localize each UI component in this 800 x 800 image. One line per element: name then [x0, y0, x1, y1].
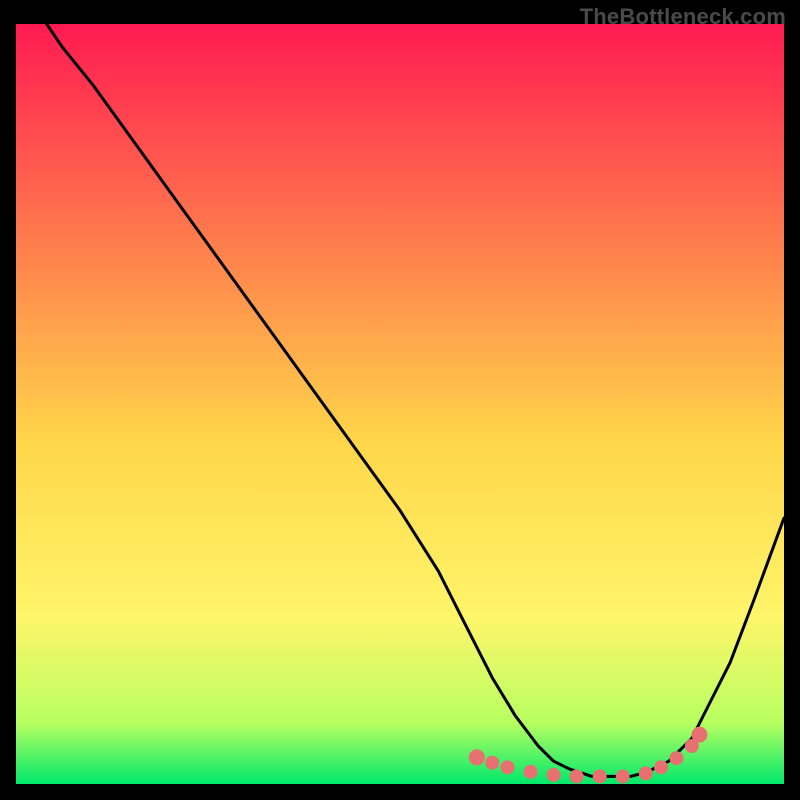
highlight-marker	[547, 768, 561, 782]
highlight-marker	[692, 727, 708, 743]
highlight-marker	[616, 769, 630, 783]
highlight-marker	[501, 760, 515, 774]
highlight-marker	[570, 769, 584, 783]
highlight-marker	[485, 756, 499, 770]
chart-frame: TheBottleneck.com	[0, 0, 800, 800]
highlight-marker	[670, 751, 684, 765]
chart-plot-area	[16, 24, 784, 784]
highlight-marker	[524, 765, 538, 779]
chart-svg	[16, 24, 784, 784]
highlight-marker	[469, 749, 485, 765]
highlight-marker	[654, 760, 668, 774]
highlight-marker	[593, 769, 607, 783]
highlight-marker	[639, 766, 653, 780]
